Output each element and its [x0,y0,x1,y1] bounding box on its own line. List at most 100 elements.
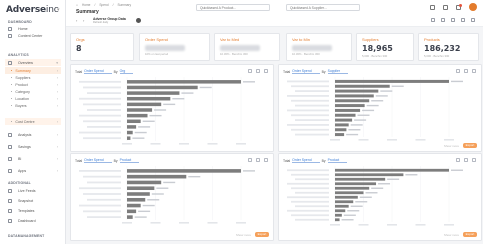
kpi-products[interactable]: Products 186,232 5,000 · Benchm 300 [418,33,479,61]
sidebar-item-cost-centre[interactable]: Cost Centre › [5,118,61,125]
expand-icon[interactable] [264,158,268,162]
show-more-link[interactable]: Show more [444,233,459,237]
metric-select[interactable]: Order Spend [84,158,112,163]
logo-caret-icon[interactable]: ▾ [57,7,60,13]
metric-select[interactable]: Order Spend [292,158,320,163]
table-icon[interactable] [464,158,468,162]
sidebar-item-summary[interactable]: Summary › [5,67,61,74]
chart-type-icon[interactable] [248,158,252,162]
sidebar-item-overview[interactable]: Overview ▾ [5,59,61,66]
expand-icon[interactable] [472,69,476,73]
table-icon[interactable] [256,69,260,73]
data-label [346,133,359,136]
sidebar-item-apps[interactable]: Apps › [5,167,61,174]
product-search-input[interactable]: Quickbased A Product... [196,4,270,11]
blurred-value [292,45,332,51]
avatar[interactable] [469,3,477,11]
category-label [287,95,329,97]
chart-type-icon[interactable] [248,69,252,73]
share-icon[interactable] [441,18,445,22]
sidebar-item-content-center[interactable]: Content Center [5,32,61,39]
show-more-link[interactable]: Show more [444,144,459,148]
dimension-select[interactable]: Product [119,158,140,163]
table-icon[interactable] [256,158,260,162]
bar-chart [287,77,463,141]
supplier-search-input[interactable]: Quickbased A Supplier... [286,4,360,11]
table-icon[interactable] [464,69,468,73]
data-label [132,137,145,139]
kpi-var-to-med[interactable]: Var to Med 10.30% · Benchm 300 [214,33,280,61]
data-label [362,109,375,112]
sidebar-item-buyers[interactable]: Buyers › [5,102,61,109]
dimension-select[interactable]: Supplier [327,69,349,74]
bar [335,195,358,199]
report-name[interactable]: Adverse Group Data [93,17,126,21]
data-label [243,170,255,172]
export-button[interactable]: Export [255,232,269,237]
category-label [83,137,121,140]
sidebar-item-category[interactable]: Category › [5,88,61,95]
tick-label [150,143,161,145]
sidebar-item-home[interactable]: Home [5,25,61,32]
kpi-var-to-min[interactable]: Var to Min 10.30% · Benchm 300 [286,33,352,61]
sidebar-item-savings[interactable]: Savings › [5,143,61,150]
sidebar-item-location[interactable]: Location › [5,95,61,102]
sidebar-item-live-feeds[interactable]: Live Feeds [5,187,61,194]
show-more-link[interactable]: Show more [236,233,251,237]
apps-icon [8,168,12,173]
kpi-suppliers[interactable]: Suppliers 18,965 5,000 · Benchm 300 [356,33,414,61]
export-button[interactable]: Export [463,232,477,237]
notification-icon[interactable] [456,3,462,10]
sidebar-item-suppliers[interactable]: Suppliers › [5,74,61,81]
data-label [134,216,147,218]
chart-type-icon[interactable] [456,69,460,73]
sidebar-item-bi[interactable]: BI › [5,155,61,162]
back-icon[interactable]: ‹ [76,18,77,23]
expand-icon[interactable] [264,69,268,73]
breadcrumb-spend[interactable]: Spend [99,3,108,7]
bar [335,168,449,172]
kpi-orgs[interactable]: Orgs 8 [70,33,134,61]
download-icon[interactable] [451,18,455,22]
forward-icon[interactable]: › [83,18,84,23]
sidebar-item-dashboard[interactable]: Dashboard [5,217,61,224]
metric-select[interactable]: Order Spend [84,69,112,74]
category-label [287,209,329,212]
category-label [83,103,121,106]
panel-header: Total Order Spend By Product [283,158,348,163]
metric-select[interactable]: Order Spend [292,69,320,74]
data-label [142,204,155,207]
expand-icon[interactable] [472,158,476,162]
sidebar-item-analysis[interactable]: Analysis › [5,131,61,138]
bar [127,197,146,202]
sidebar-item-templates[interactable]: Templates [5,207,61,214]
tick-label [122,222,132,224]
export-button[interactable]: Export [463,143,477,148]
bar [335,186,370,190]
dimension-select[interactable]: Product [327,158,348,163]
panel-tools [248,69,268,73]
home-icon[interactable]: ⌂ [76,3,78,7]
panel-tools [248,158,268,162]
chart-type-icon[interactable] [456,158,460,162]
app-logo[interactable]: Adverseinc [6,5,59,15]
breadcrumb-home[interactable]: Home [82,3,91,7]
sidebar-item-product[interactable]: Product › [5,81,61,88]
data-label [405,174,418,176]
dimension-select[interactable]: Org [119,69,134,74]
bar [335,99,370,103]
more-icon[interactable] [471,18,475,22]
data-label [243,81,255,83]
kpi-order-spend[interactable]: Order Spend 10% on last period [139,33,210,61]
filter-icon[interactable] [431,18,435,22]
grid-icon[interactable] [430,4,435,10]
category-label [79,204,121,207]
bar [127,174,187,179]
refresh-icon[interactable] [461,18,465,22]
data-label [347,210,360,212]
category-label [287,169,329,172]
sidebar-item-snapshot[interactable]: Snapshot [5,197,61,204]
settings-icon[interactable] [136,17,141,23]
help-icon[interactable] [443,4,448,10]
analysis-icon [8,132,12,137]
